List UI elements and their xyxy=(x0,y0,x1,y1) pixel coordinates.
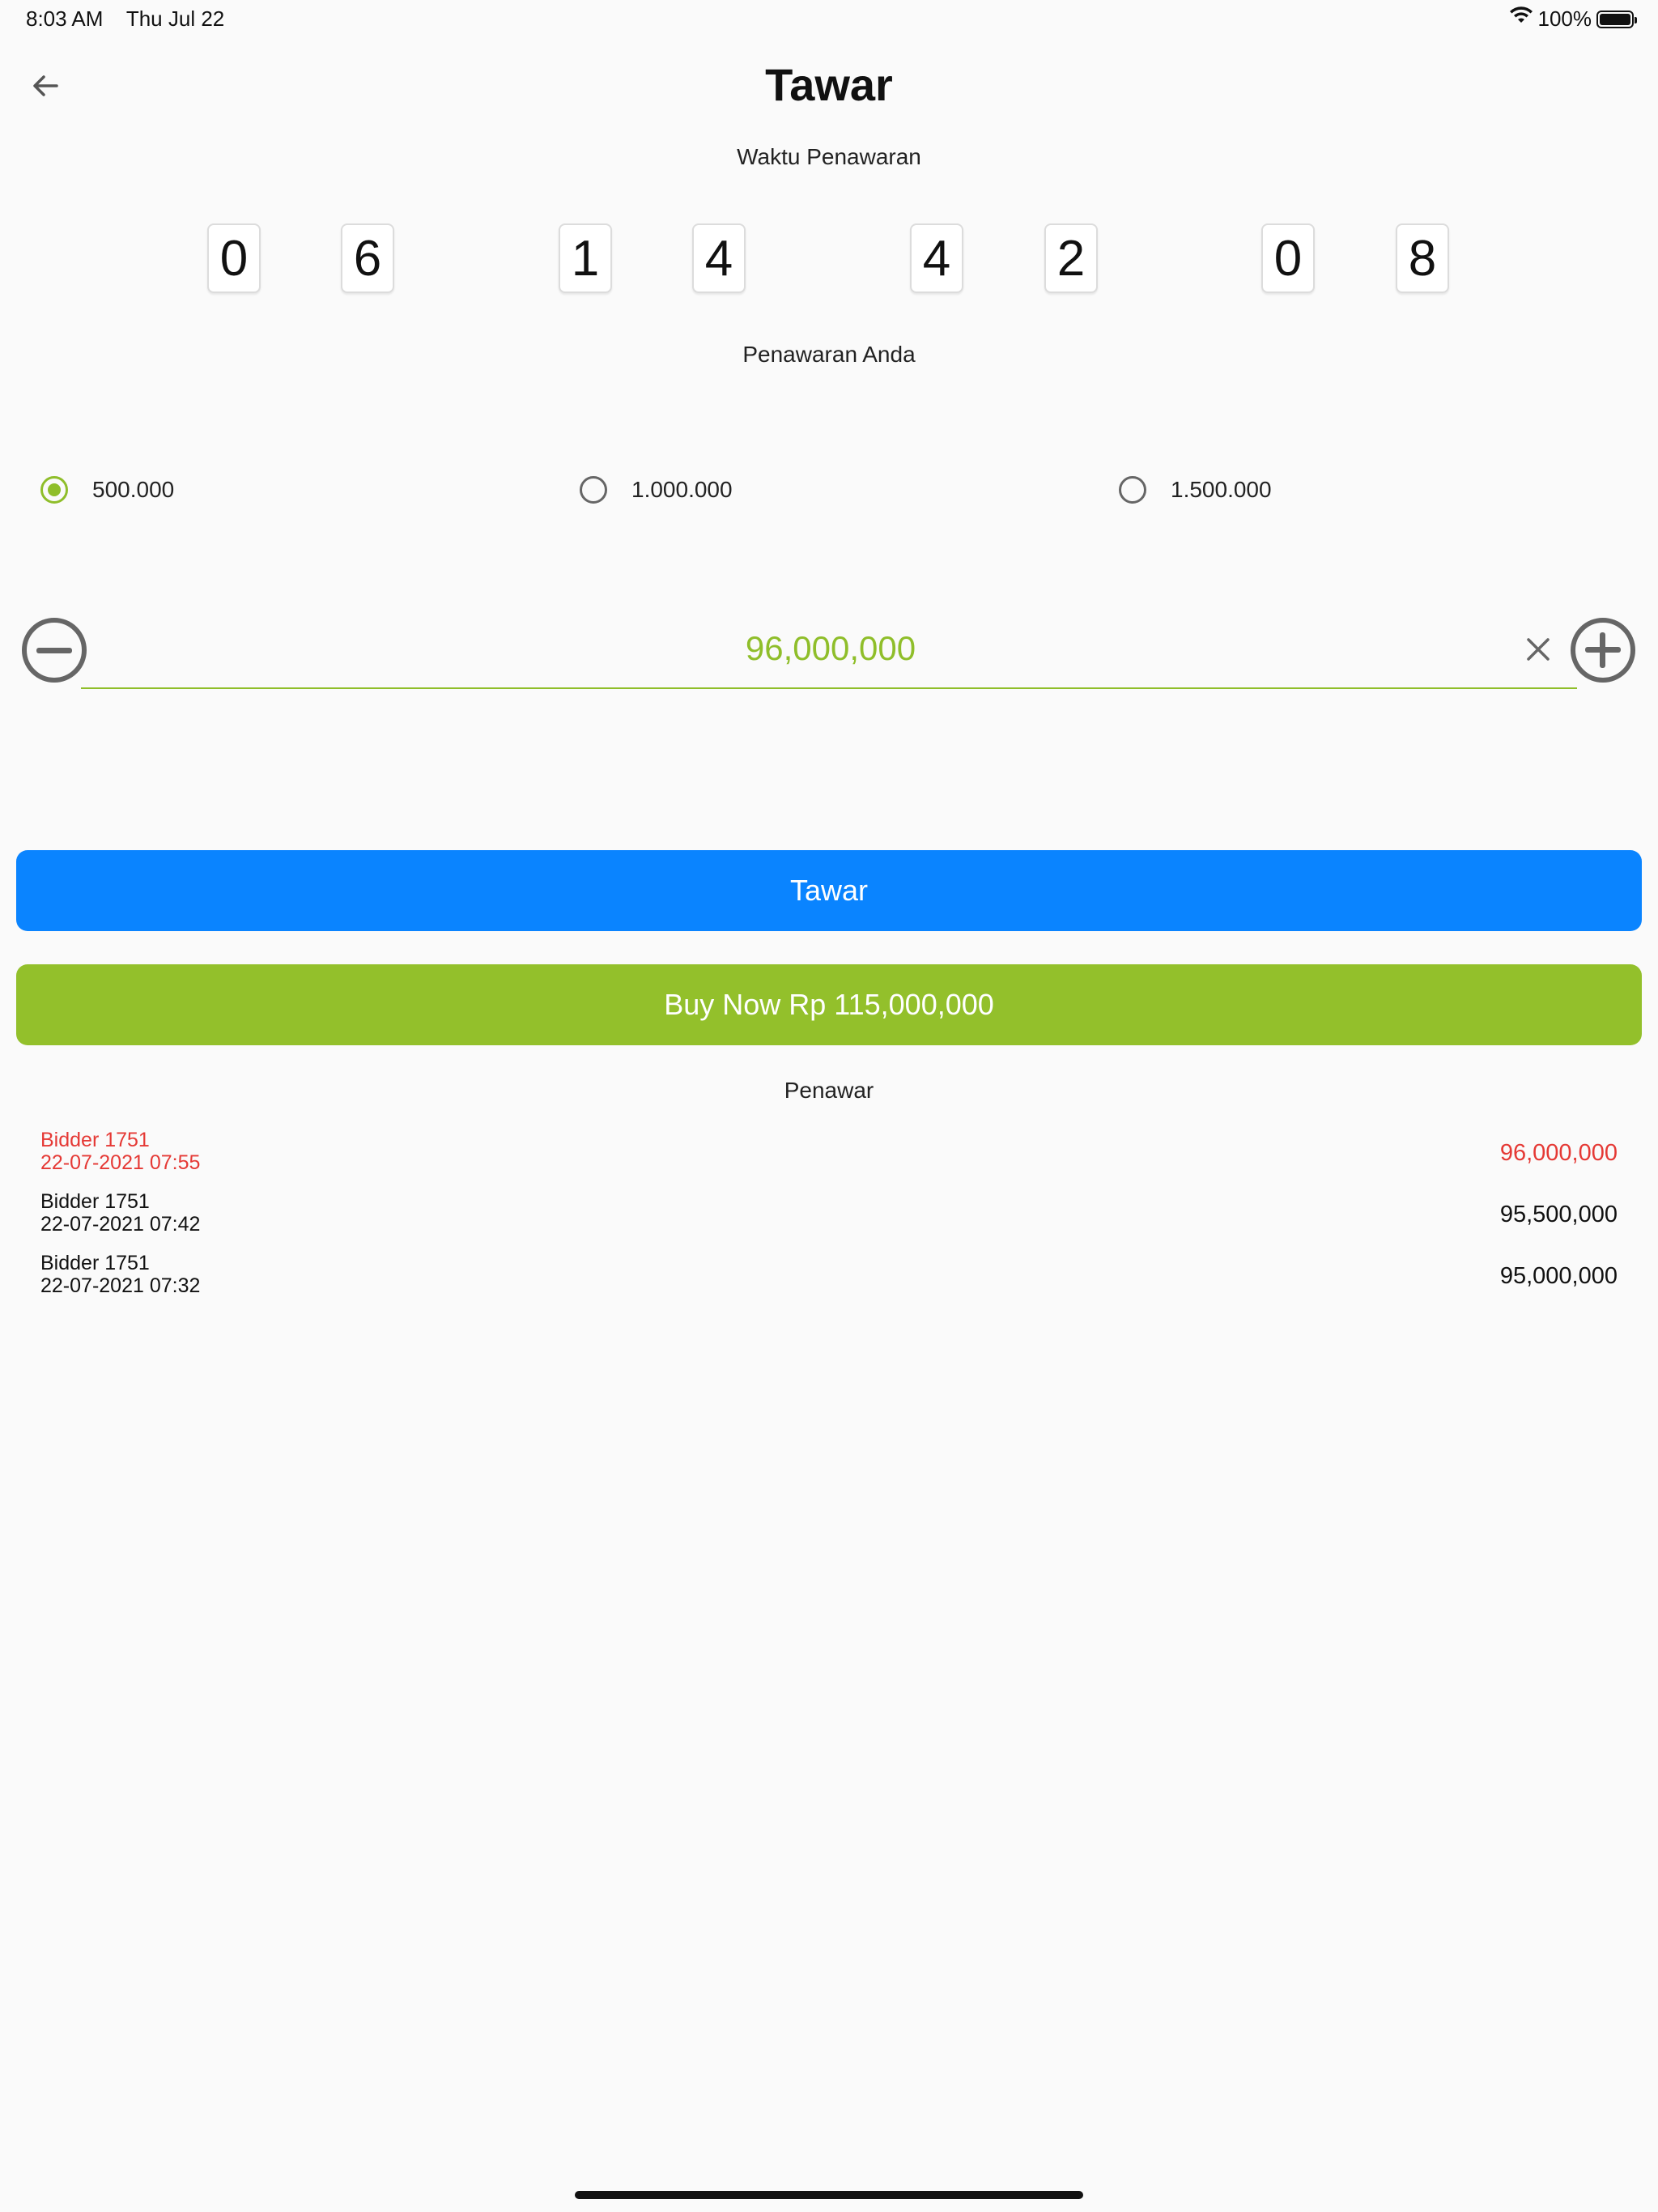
status-date: Thu Jul 22 xyxy=(125,6,225,31)
increment-label: 1.500.000 xyxy=(1171,477,1272,502)
bidder-name: Bidder 1751 xyxy=(40,1252,150,1274)
wifi-icon xyxy=(1509,6,1533,32)
battery-percent: 100% xyxy=(1537,6,1592,31)
bid-amount-field[interactable] xyxy=(81,611,1580,689)
bidder-row: Bidder 1751 22-07-2021 07:42 95,500,000 xyxy=(40,1190,1618,1247)
countdown-digit: 4 xyxy=(910,223,963,293)
page-title: Tawar xyxy=(765,59,893,110)
bidder-name: Bidder 1751 xyxy=(40,1129,150,1151)
plus-circle-icon xyxy=(1585,632,1621,668)
bid-amount: 96,000,000 xyxy=(1499,1140,1618,1166)
increase-button[interactable] xyxy=(1571,618,1635,683)
bid-datetime: 22-07-2021 07:32 xyxy=(40,1274,201,1297)
bid-amount: 95,000,000 xyxy=(1499,1263,1618,1289)
countdown-digit: 8 xyxy=(1396,223,1449,293)
clear-amount-button[interactable] xyxy=(1522,633,1554,666)
countdown-digit: 2 xyxy=(1044,223,1098,293)
increment-label: 500.000 xyxy=(92,477,175,502)
status-time: 8:03 AM xyxy=(26,6,104,31)
bidder-row: Bidder 1751 22-07-2021 07:55 96,000,000 xyxy=(40,1129,1618,1185)
decrease-button[interactable] xyxy=(22,618,87,683)
buy-now-button[interactable]: Buy Now Rp 115,000,000 xyxy=(16,964,1642,1045)
bid-amount-input[interactable] xyxy=(81,611,1580,686)
offer-label: Penawaran Anda xyxy=(742,342,916,367)
bidder-row: Bidder 1751 22-07-2021 07:32 95,000,000 xyxy=(40,1252,1618,1308)
countdown-label: Waktu Penawaran xyxy=(737,144,921,169)
minus-circle-icon xyxy=(36,647,72,653)
bid-datetime: 22-07-2021 07:55 xyxy=(40,1151,201,1174)
countdown-digit: 0 xyxy=(207,223,261,293)
home-indicator[interactable] xyxy=(575,2191,1083,2199)
radio-unselected-icon xyxy=(1119,476,1146,504)
increment-option-1000000[interactable]: 1.000.000 xyxy=(580,476,733,504)
countdown-digit: 0 xyxy=(1261,223,1315,293)
bid-button[interactable]: Tawar xyxy=(16,850,1642,931)
countdown-digit: 4 xyxy=(692,223,746,293)
countdown-digit: 1 xyxy=(559,223,612,293)
status-bar-time: 8:03 AM Thu Jul 22 xyxy=(26,6,224,32)
countdown-digit: 6 xyxy=(341,223,394,293)
bid-amount: 95,500,000 xyxy=(1499,1202,1618,1227)
increment-option-1500000[interactable]: 1.500.000 xyxy=(1119,476,1272,504)
radio-selected-icon xyxy=(40,476,68,504)
radio-unselected-icon xyxy=(580,476,607,504)
bidder-name: Bidder 1751 xyxy=(40,1190,150,1213)
bidders-label: Penawar xyxy=(784,1078,874,1103)
status-bar-right: 100% xyxy=(1509,6,1637,32)
bid-datetime: 22-07-2021 07:42 xyxy=(40,1213,201,1236)
increment-option-500000[interactable]: 500.000 xyxy=(40,476,174,504)
close-icon xyxy=(1527,638,1550,661)
battery-icon xyxy=(1596,10,1637,28)
increment-label: 1.000.000 xyxy=(631,477,733,502)
